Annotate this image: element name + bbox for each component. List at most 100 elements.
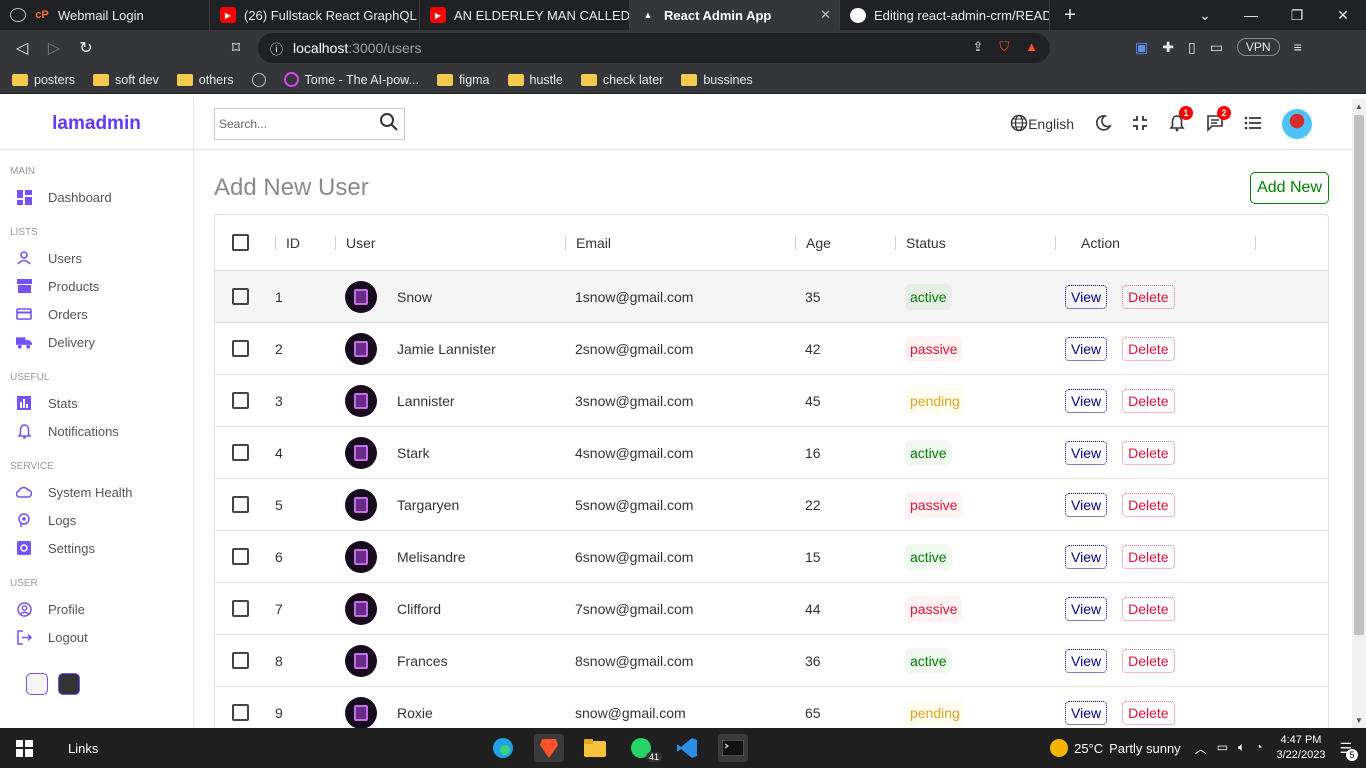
tab-youtube-elderly[interactable]: ▶ AN ELDERLEY MAN CALLED ME D [420, 0, 630, 30]
column-header-age[interactable]: Age [795, 235, 895, 251]
url-field[interactable]: ⓘ localhost:3000/users ⇪ ⛉ ▲ [258, 33, 1050, 63]
brave-icon[interactable] [534, 734, 564, 762]
table-row[interactable]: 8 Frances 8snow@gmail.com 36 active View… [215, 635, 1328, 687]
bookmark-globe[interactable] [251, 72, 266, 87]
fullscreen-exit-button[interactable] [1132, 115, 1148, 134]
info-icon[interactable]: ⓘ [270, 39, 283, 58]
terminal-icon[interactable] [718, 734, 748, 762]
forward-icon[interactable]: ▷ [38, 38, 70, 58]
sidebar-item-orders[interactable]: Orders [10, 300, 193, 328]
row-checkbox[interactable] [231, 600, 249, 617]
column-header-id[interactable]: ID [265, 235, 335, 251]
wifi-icon[interactable]: ◔ [1255, 740, 1262, 757]
row-checkbox[interactable] [231, 496, 249, 513]
tab-github-editing[interactable]: Editing react-admin-crm/READM [840, 0, 1050, 30]
table-row[interactable]: 9 Roxie snow@gmail.com 65 pending View D… [215, 687, 1328, 728]
bookmark-hustle[interactable]: hustle [507, 73, 563, 87]
menu-icon[interactable]: ≡ [1294, 39, 1302, 55]
search-icon[interactable] [379, 112, 399, 137]
bookmark-check-later[interactable]: check later [580, 73, 663, 87]
table-row[interactable]: 5 Targaryen 5snow@gmail.com 22 passive V… [215, 479, 1328, 531]
scroll-up-icon[interactable]: ▲ [1355, 102, 1363, 111]
bookmark-figma[interactable]: figma [436, 73, 490, 87]
bookmark-tome[interactable]: Tome - The AI-pow... [283, 72, 419, 87]
sidebar-item-products[interactable]: Products [10, 272, 193, 300]
dark-mode-toggle[interactable] [1094, 114, 1112, 135]
view-button[interactable]: View [1065, 492, 1108, 517]
sidebar-item-dashboard[interactable]: Dashboard [10, 183, 193, 211]
file-explorer-icon[interactable] [580, 734, 610, 762]
tab-react-admin[interactable]: ▲ React Admin App ✕ [630, 0, 840, 30]
delete-button[interactable]: Delete [1122, 284, 1175, 309]
column-header-status[interactable]: Status [895, 235, 1055, 251]
new-tab-button[interactable]: + [1050, 0, 1090, 30]
delete-button[interactable]: Delete [1122, 700, 1175, 725]
bookmark-bussines[interactable]: bussines [681, 73, 753, 87]
reload-icon[interactable]: ↻ [70, 38, 102, 58]
start-button[interactable] [0, 739, 48, 757]
chevron-up-icon[interactable]: ︿ [1195, 740, 1207, 757]
search-input[interactable] [219, 117, 379, 131]
brave-rewards-icon[interactable]: ▲ [1025, 39, 1038, 55]
speaker-icon[interactable]: 🔈︎ [1238, 740, 1245, 757]
delete-button[interactable]: Delete [1122, 336, 1175, 361]
brave-shield-icon[interactable]: ⛉ [999, 39, 1009, 55]
weather-widget[interactable]: 25°C Partly sunny [1050, 739, 1181, 757]
language-selector[interactable]: English [1010, 114, 1074, 135]
close-icon[interactable]: ✕ [820, 7, 831, 23]
sidebar-icon[interactable]: ▯ [1188, 39, 1196, 56]
table-row[interactable]: 6 Melisandre 6snow@gmail.com 15 active V… [215, 531, 1328, 583]
bitwarden-icon[interactable]: ▣ [1135, 39, 1148, 56]
delete-button[interactable]: Delete [1122, 388, 1175, 413]
sidebar-item-settings[interactable]: Settings [10, 534, 193, 562]
row-checkbox[interactable] [231, 704, 249, 721]
sidebar-item-logout[interactable]: Logout [10, 623, 193, 651]
row-checkbox[interactable] [231, 288, 249, 305]
minimize-icon[interactable]: — [1228, 7, 1274, 23]
row-checkbox[interactable] [231, 444, 249, 461]
light-theme-button[interactable] [26, 673, 48, 695]
vscode-icon[interactable] [672, 734, 702, 762]
table-row[interactable]: 4 Stark 4snow@gmail.com 16 active View D… [215, 427, 1328, 479]
delete-button[interactable]: Delete [1122, 596, 1175, 621]
page-scrollbar[interactable]: ▲ ▼ [1352, 99, 1366, 728]
table-row[interactable]: 2 Jamie Lannister 2snow@gmail.com 42 pas… [215, 323, 1328, 375]
share-icon[interactable]: ⇪ [972, 39, 983, 55]
view-button[interactable]: View [1065, 388, 1108, 413]
row-checkbox[interactable] [231, 652, 249, 669]
edge-icon[interactable] [488, 734, 518, 762]
avatar[interactable] [1282, 109, 1312, 139]
row-checkbox[interactable] [231, 548, 249, 565]
column-header-action[interactable]: Action [1055, 235, 1255, 251]
notifications-button[interactable]: 1 [1168, 105, 1193, 135]
view-button[interactable]: View [1065, 284, 1108, 309]
column-header-email[interactable]: Email [565, 235, 795, 251]
add-new-button[interactable]: Add New [1250, 172, 1329, 204]
delete-button[interactable]: Delete [1122, 492, 1175, 517]
puzzle-icon[interactable]: ✚ [1162, 39, 1174, 56]
column-header-user[interactable]: User [335, 235, 565, 251]
row-checkbox[interactable] [231, 392, 249, 409]
row-checkbox[interactable] [231, 340, 249, 357]
bookmark-icon[interactable]: ⌑ [220, 38, 252, 58]
bookmark-others[interactable]: others [176, 73, 234, 87]
sidebar-item-profile[interactable]: Profile [10, 595, 193, 623]
close-window-icon[interactable]: ✕ [1320, 7, 1366, 24]
view-button[interactable]: View [1065, 544, 1108, 569]
select-all-checkbox[interactable] [231, 234, 249, 251]
delete-button[interactable]: Delete [1122, 648, 1175, 673]
logo[interactable]: lamadmin [52, 113, 141, 135]
view-button[interactable]: View [1065, 440, 1108, 465]
dark-theme-button[interactable] [58, 673, 80, 695]
table-row[interactable]: 3 Lannister 3snow@gmail.com 45 pending V… [215, 375, 1328, 427]
table-row[interactable]: 7 Clifford 7snow@gmail.com 44 passive Vi… [215, 583, 1328, 635]
bookmark-soft-dev[interactable]: soft dev [93, 73, 159, 87]
view-button[interactable]: View [1065, 596, 1108, 621]
restore-icon[interactable]: ❐ [1274, 7, 1320, 24]
sidebar-item-logs[interactable]: Logs [10, 506, 193, 534]
view-button[interactable]: View [1065, 648, 1108, 673]
scroll-down-icon[interactable]: ▼ [1355, 716, 1363, 725]
tab-youtube-graphql[interactable]: ▶ (26) Fullstack React GraphQL Type [210, 0, 420, 30]
chevron-down-icon[interactable]: ⌄ [1182, 7, 1228, 24]
whatsapp-icon[interactable]: 41 [626, 734, 662, 762]
